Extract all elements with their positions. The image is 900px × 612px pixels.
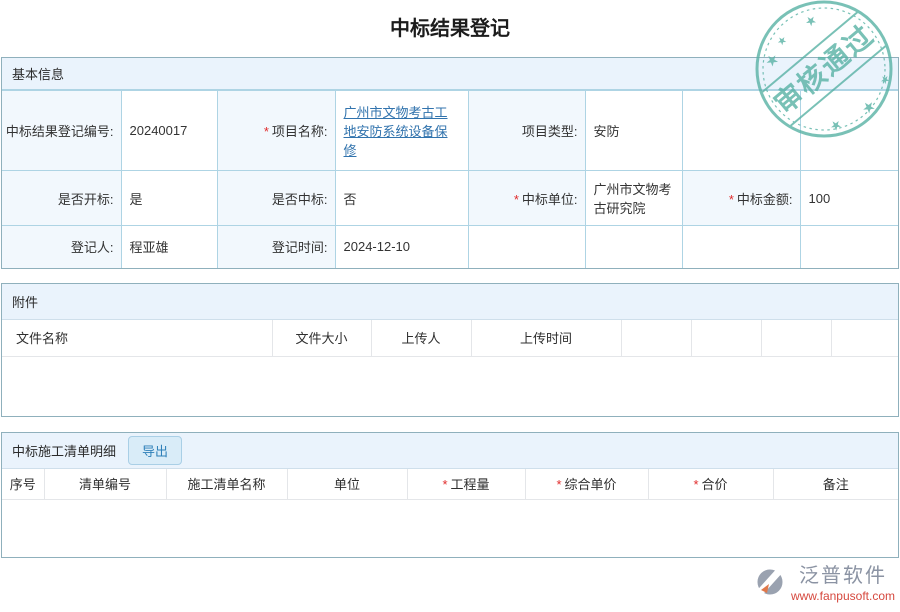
empty-cell: [585, 226, 682, 268]
field-value-winning-amount: 100: [800, 171, 898, 226]
field-value-project-type: 安防: [585, 91, 682, 171]
column-header-file-size: 文件大小: [272, 320, 371, 357]
label-text: 是否中标:: [272, 192, 328, 207]
page-title: 中标结果登记: [0, 12, 900, 40]
label-text: 合价: [702, 477, 728, 492]
field-value-bid-won: 否: [335, 171, 468, 226]
column-header-remark: 备注: [773, 469, 898, 499]
required-marker: *: [693, 477, 698, 492]
table-row: 中标结果登记编号: 20240017 *项目名称: 广州市文物考古工地安防系统设…: [2, 91, 898, 171]
column-header-unit: 单位: [287, 469, 407, 499]
column-header-total-price: * 合价: [648, 469, 773, 499]
required-marker: *: [442, 477, 447, 492]
basic-info-section-title: 基本信息: [2, 58, 898, 90]
fanpu-logo-icon: [753, 564, 787, 598]
empty-cell: [682, 91, 800, 171]
basic-info-table: 中标结果登记编号: 20240017 *项目名称: 广州市文物考古工地安防系统设…: [2, 90, 898, 268]
column-header-empty: [621, 320, 691, 357]
column-header-empty: [831, 320, 898, 357]
bid-construction-list-header: 中标施工清单明细 导出: [2, 433, 898, 469]
field-value-winning-unit: 广州市文物考古研究院: [585, 171, 682, 226]
column-header-file-name: 文件名称: [2, 320, 272, 357]
empty-cell: [800, 91, 898, 171]
basic-info-section: 基本信息 中标结果登记编号: 20240017 *项目名称: 广州市文物考古工地…: [1, 57, 899, 269]
brand-url: www.fanpusoft.com: [791, 589, 895, 603]
field-value-bid-opened: 是: [121, 171, 217, 226]
project-name-link[interactable]: 广州市文物考古工地安防系统设备保修: [344, 105, 448, 158]
empty-cell: [682, 226, 800, 268]
bid-construction-list-table: 序号 清单编号 施工清单名称 单位 * 工程量 * 综合单价 * 合价 备注: [2, 469, 898, 500]
bid-construction-list-section: 中标施工清单明细 导出 序号 清单编号 施工清单名称 单位 * 工程量 * 综合单价…: [1, 432, 899, 558]
label-text: 中标金额:: [737, 192, 793, 207]
label-text: 工程量: [451, 477, 490, 492]
bid-construction-list-title: 中标施工清单明细: [12, 441, 116, 460]
field-value-registrant: 程亚雄: [121, 226, 217, 268]
brand-text-wrap: 泛普软件 www.fanpusoft.com: [791, 559, 895, 603]
column-header-uploader: 上传人: [371, 320, 471, 357]
label-text: 中标单位:: [522, 192, 578, 207]
column-header-empty: [761, 320, 831, 357]
column-header-seq-no: 序号: [2, 469, 44, 499]
column-header-empty: [691, 320, 761, 357]
label-text: 登记时间:: [272, 240, 328, 255]
attachments-table: 文件名称 文件大小 上传人 上传时间: [2, 320, 898, 358]
attachments-header-row: 文件名称 文件大小 上传人 上传时间: [2, 320, 898, 357]
field-value-registration-time: 2024-12-10: [335, 226, 468, 268]
footer-brand: 泛普软件 www.fanpusoft.com: [753, 559, 895, 603]
label-text: 登记人:: [71, 240, 114, 255]
required-marker: *: [729, 192, 734, 207]
attachments-section: 附件 文件名称 文件大小 上传人 上传时间: [1, 283, 899, 418]
field-label-registrant: 登记人:: [2, 226, 121, 268]
label-text: 项目类型:: [522, 124, 578, 139]
field-label-winning-amount: *中标金额:: [682, 171, 800, 226]
empty-cell: [800, 226, 898, 268]
field-value-project-name: 广州市文物考古工地安防系统设备保修: [335, 91, 468, 171]
attachments-section-title: 附件: [2, 284, 898, 320]
required-marker: *: [264, 124, 269, 139]
column-header-quantity: * 工程量: [407, 469, 525, 499]
field-label-project-name: *项目名称:: [217, 91, 335, 171]
column-header-list-no: 清单编号: [44, 469, 166, 499]
brand-name: 泛普软件: [799, 559, 887, 588]
field-label-registration-time: 登记时间:: [217, 226, 335, 268]
required-marker: *: [514, 192, 519, 207]
column-header-upload-time: 上传时间: [471, 320, 621, 357]
list-header-row: 序号 清单编号 施工清单名称 单位 * 工程量 * 综合单价 * 合价 备注: [2, 469, 898, 499]
table-row: 登记人: 程亚雄 登记时间: 2024-12-10: [2, 226, 898, 268]
list-empty-body: [2, 500, 898, 557]
field-value-registration-no: 20240017: [121, 91, 217, 171]
column-header-list-name: 施工清单名称: [166, 469, 287, 499]
field-label-bid-won: 是否中标:: [217, 171, 335, 226]
attachments-empty-body: [2, 357, 898, 416]
column-header-unit-price: * 综合单价: [525, 469, 648, 499]
export-button[interactable]: 导出: [128, 436, 182, 465]
field-label-registration-no: 中标结果登记编号:: [2, 91, 121, 171]
label-text: 项目名称:: [272, 124, 328, 139]
empty-cell: [468, 226, 585, 268]
table-row: 是否开标: 是 是否中标: 否 *中标单位: 广州市文物考古研究院 *中标金额:…: [2, 171, 898, 226]
label-text: 是否开标:: [58, 192, 114, 207]
field-label-project-type: 项目类型:: [468, 91, 585, 171]
label-text: 中标结果登记编号:: [6, 124, 114, 139]
required-marker: *: [556, 477, 561, 492]
field-label-winning-unit: *中标单位:: [468, 171, 585, 226]
field-label-bid-opened: 是否开标:: [2, 171, 121, 226]
label-text: 综合单价: [565, 477, 617, 492]
